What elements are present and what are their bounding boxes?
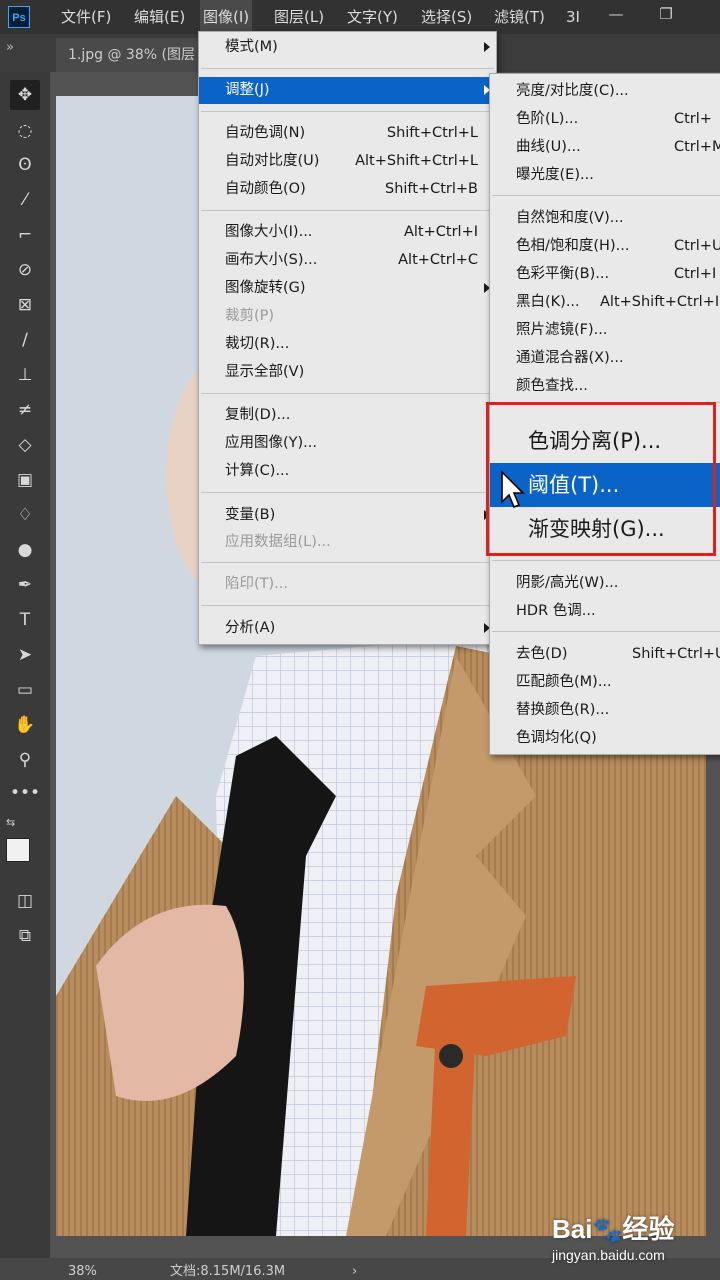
hand-tool-icon[interactable]: ✋ <box>10 710 40 740</box>
menu-filter[interactable]: 滤镜(T) <box>491 0 548 34</box>
menu-item-apply-image[interactable]: 应用图像(Y)... <box>199 430 496 457</box>
menu-item-calculations[interactable]: 计算(C)... <box>199 458 496 485</box>
menu-bar: Ps 文件(F) 编辑(E) 图像(I) 图层(L) 文字(Y) 选择(S) 滤… <box>0 0 720 34</box>
menu-item-reveal-all[interactable]: 显示全部(V) <box>199 359 496 386</box>
submenu-item-hue-saturation[interactable]: 色相/饱和度(H)... Ctrl+U <box>490 232 720 260</box>
submenu-item-black-white[interactable]: 黑白(K)... Alt+Shift+Ctrl+I <box>490 288 720 316</box>
menu-layer[interactable]: 图层(L) <box>271 0 327 34</box>
menu-item-trap: 陷印(T)... <box>225 576 288 592</box>
gradient-tool-icon[interactable]: ▣ <box>10 465 40 495</box>
image-menu: 模式(M) 调整(J) 自动色调(N) Shift+Ctrl+L 自动对比度(U)… <box>198 31 497 645</box>
mouse-cursor-icon <box>501 470 525 509</box>
submenu-item-curves[interactable]: 曲线(U)... Ctrl+M <box>490 133 720 161</box>
submenu-item-color-lookup[interactable]: 颜色查找... <box>490 372 720 400</box>
submenu-item-brightness-contrast[interactable]: 亮度/对比度(C)... <box>490 77 720 105</box>
history-brush-tool-icon[interactable]: ≠ <box>10 395 40 425</box>
menu-item-mode[interactable]: 模式(M) <box>199 34 496 61</box>
zoom-level[interactable]: 38% <box>68 1264 97 1280</box>
menu-item-analysis[interactable]: 分析(A) <box>199 615 496 642</box>
menu-item-variables[interactable]: 变量(B) <box>199 502 496 529</box>
submenu-item-match-color[interactable]: 匹配颜色(M)... <box>490 668 720 696</box>
blur-tool-icon[interactable]: ♢ <box>10 500 40 530</box>
type-tool-icon[interactable]: T <box>10 605 40 635</box>
quick-mask-icon[interactable]: ◫ <box>10 886 40 916</box>
menu-item-canvas-size[interactable]: 画布大小(S)... Alt+Ctrl+C <box>199 247 496 274</box>
menu-edit[interactable]: 编辑(E) <box>131 0 188 34</box>
submenu-item-vibrance[interactable]: 自然饱和度(V)... <box>490 204 720 232</box>
foreground-color-swatch[interactable] <box>6 838 30 862</box>
submenu-item-desaturate[interactable]: 去色(D) Shift+Ctrl+U <box>490 640 720 668</box>
minimize-button[interactable]: — <box>596 0 636 30</box>
frame-tool-icon[interactable]: ⊠ <box>10 290 40 320</box>
dodge-tool-icon[interactable]: ● <box>10 535 40 565</box>
screen-mode-icon[interactable]: ⧉ <box>10 921 40 951</box>
menu-select[interactable]: 选择(S) <box>418 0 475 34</box>
menu-item-auto-contrast[interactable]: 自动对比度(U) Alt+Shift+Ctrl+L <box>199 148 496 175</box>
baidu-paw-icon: 🐾 <box>592 1217 623 1244</box>
menu-item-image-rotation[interactable]: 图像旋转(G) <box>199 275 496 302</box>
menu-item-adjustments[interactable]: 调整(J) <box>199 77 496 104</box>
menu-item-crop: 裁剪(P) <box>225 308 275 324</box>
watermark-brand-suffix: 经验 <box>622 1214 675 1244</box>
rectangle-tool-icon[interactable]: ▭ <box>10 675 40 705</box>
panel-toggle-icon[interactable]: » <box>6 40 14 55</box>
baidu-watermark: Bai🐾经验 jingyan.baidu.com <box>552 1214 712 1266</box>
menu-item-auto-color[interactable]: 自动颜色(O) Shift+Ctrl+B <box>199 176 496 203</box>
eraser-tool-icon[interactable]: ◇ <box>10 430 40 460</box>
menu-3d[interactable]: 3I <box>563 0 583 34</box>
submenu-arrow-icon <box>484 42 490 52</box>
path-selection-tool-icon[interactable]: ➤ <box>10 640 40 670</box>
menu-item-duplicate[interactable]: 复制(D)... <box>199 402 496 429</box>
menu-item-image-size[interactable]: 图像大小(I)... Alt+Ctrl+I <box>199 219 496 246</box>
menu-file[interactable]: 文件(F) <box>58 0 114 34</box>
eyedropper-tool-icon[interactable]: ⊘ <box>10 255 40 285</box>
lasso-tool-icon[interactable]: ʘ <box>10 150 40 180</box>
pen-tool-icon[interactable]: ✒ <box>10 570 40 600</box>
stamp-tool-icon[interactable]: ⊥ <box>10 360 40 390</box>
marquee-tool-icon[interactable]: ◌ <box>10 116 40 146</box>
brush-tool-icon[interactable]: ∕ <box>10 325 40 355</box>
submenu-item-replace-color[interactable]: 替换颜色(R)... <box>490 696 720 724</box>
crop-tool-icon[interactable]: ⌐ <box>10 220 40 250</box>
document-tab[interactable]: 1.jpg @ 38% (图层 <box>56 38 206 72</box>
magic-wand-tool-icon[interactable]: ⁄ <box>10 185 40 215</box>
restore-button[interactable]: ❐ <box>646 0 686 30</box>
submenu-item-exposure[interactable]: 曝光度(E)... <box>490 161 720 189</box>
menu-image[interactable]: 图像(I) <box>200 0 253 34</box>
menu-item-auto-tone[interactable]: 自动色调(N) Shift+Ctrl+L <box>199 120 496 147</box>
submenu-item-equalize[interactable]: 色调均化(Q) <box>490 724 720 752</box>
watermark-url: jingyan.baidu.com <box>552 1247 665 1263</box>
document-size: 文档:8.15M/16.3M <box>170 1264 286 1279</box>
submenu-item-photo-filter[interactable]: 照片滤镜(F)... <box>490 316 720 344</box>
photoshop-logo-icon: Ps <box>8 6 30 28</box>
watermark-brand: Bai <box>552 1214 593 1244</box>
status-menu-arrow-icon[interactable]: › <box>352 1264 357 1280</box>
menu-item-trim[interactable]: 裁切(R)... <box>199 331 496 358</box>
swap-colors-icon[interactable]: ⇆ <box>6 816 15 829</box>
submenu-item-hdr-toning[interactable]: HDR 色调... <box>490 597 720 625</box>
menu-type[interactable]: 文字(Y) <box>344 0 401 34</box>
menu-item-apply-data-set: 应用数据组(L)... <box>225 534 331 550</box>
submenu-item-channel-mixer[interactable]: 通道混合器(X)... <box>490 344 720 372</box>
move-tool-icon[interactable]: ✥ <box>10 80 40 110</box>
submenu-item-color-balance[interactable]: 色彩平衡(B)... Ctrl+I <box>490 260 720 288</box>
more-tools-icon[interactable]: ••• <box>10 778 40 808</box>
tools-panel: ✥ ◌ ʘ ⁄ ⌐ ⊘ ⊠ ∕ ⊥ ≠ ◇ ▣ ♢ ● ✒ T ➤ ▭ ✋ ⚲ … <box>0 72 50 1280</box>
submenu-item-shadows-highlights[interactable]: 阴影/高光(W)... <box>490 569 720 597</box>
zoom-tool-icon[interactable]: ⚲ <box>10 745 40 775</box>
submenu-item-levels[interactable]: 色阶(L)... Ctrl+ <box>490 105 720 133</box>
